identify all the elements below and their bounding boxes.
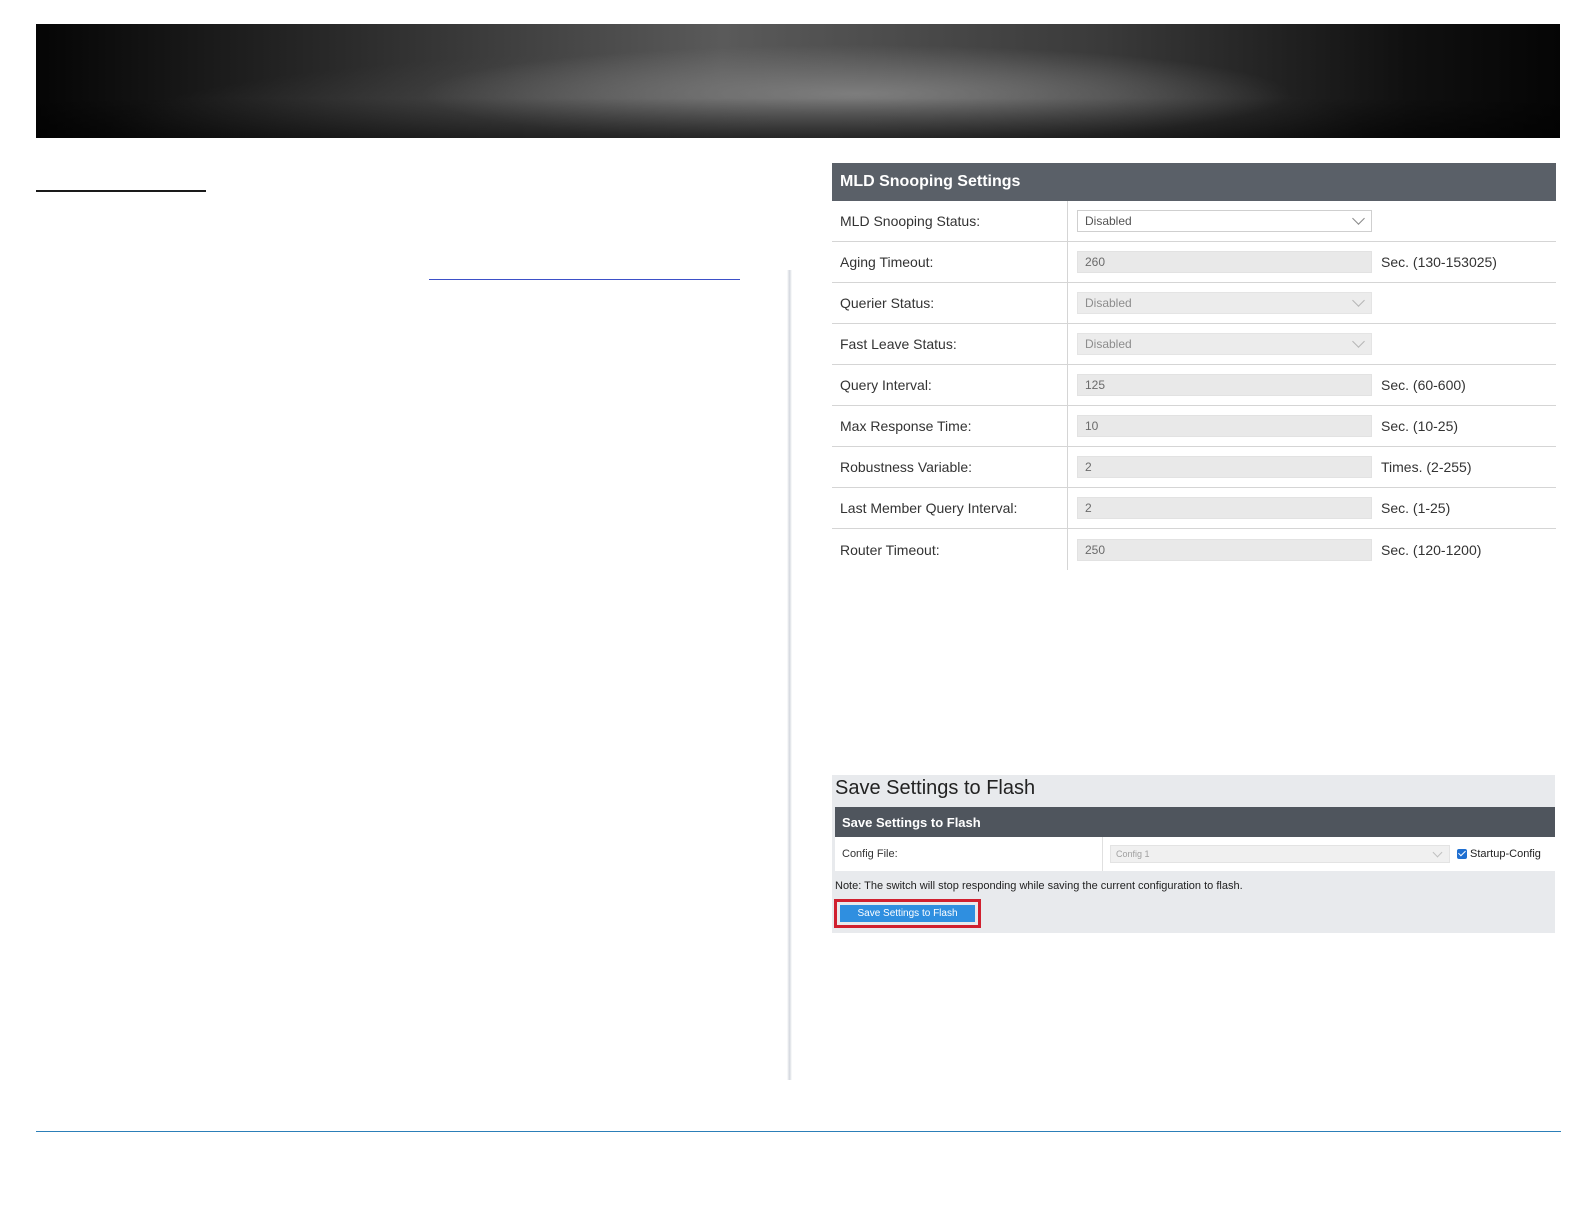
- save-panel-title: Save Settings to Flash: [835, 777, 1036, 799]
- section-heading-underline: [36, 190, 206, 192]
- save-button-highlight: Save Settings to Flash: [834, 899, 981, 928]
- setting-input[interactable]: 260: [1077, 251, 1372, 273]
- setting-input[interactable]: 125: [1077, 374, 1372, 396]
- chevron-down-icon: [1432, 847, 1443, 857]
- mld-setting-row: Last Member Query Interval: 2 Sec. (1-25): [832, 488, 1556, 529]
- setting-select-value: Disabled: [1085, 337, 1132, 351]
- setting-unit-range: Sec. (60-600): [1381, 377, 1466, 393]
- chevron-down-icon: [1352, 294, 1365, 307]
- startup-config-checkbox[interactable]: [1457, 849, 1467, 859]
- mld-setting-row: Fast Leave Status: Disabled: [832, 324, 1556, 365]
- startup-config-label: Startup-Config: [1470, 848, 1541, 860]
- mld-setting-row: Querier Status: Disabled: [832, 283, 1556, 324]
- mld-setting-row: Router Timeout: 250 Sec. (120-1200): [832, 529, 1556, 570]
- save-panel-header: Save Settings to Flash: [835, 807, 1555, 837]
- setting-unit-range: Sec. (120-1200): [1381, 541, 1482, 558]
- mld-snooping-settings-panel: MLD Snooping Settings MLD Snooping Statu…: [832, 163, 1556, 570]
- setting-unit-range: Sec. (10-25): [1381, 418, 1459, 434]
- setting-select[interactable]: Disabled: [1077, 210, 1372, 232]
- save-settings-button[interactable]: Save Settings to Flash: [840, 905, 975, 922]
- mld-setting-row: MLD Snooping Status: Disabled: [832, 201, 1556, 242]
- chevron-down-icon: [1352, 212, 1365, 225]
- setting-input[interactable]: 2: [1077, 497, 1372, 519]
- config-file-row: Config File: Config 1 Startup-Config: [835, 837, 1555, 871]
- setting-input[interactable]: 2: [1077, 456, 1372, 478]
- setting-unit-range: Times. (2-255): [1381, 459, 1472, 475]
- setting-label: Aging Timeout:: [832, 242, 1068, 282]
- column-divider: [787, 270, 792, 1080]
- setting-label: MLD Snooping Status:: [832, 201, 1068, 241]
- setting-label: Querier Status:: [832, 283, 1068, 323]
- mld-setting-row: Max Response Time: 10 Sec. (10-25): [832, 406, 1556, 447]
- hyperlink-underline[interactable]: [429, 279, 740, 280]
- config-file-value: Config 1: [1116, 849, 1150, 859]
- setting-label: Query Interval:: [832, 365, 1068, 405]
- setting-label: Router Timeout:: [832, 529, 1068, 570]
- mld-setting-row: Query Interval: 125 Sec. (60-600): [832, 365, 1556, 406]
- setting-input[interactable]: 10: [1077, 415, 1372, 437]
- mld-setting-row: Aging Timeout: 260 Sec. (130-153025): [832, 242, 1556, 283]
- config-file-label: Config File:: [835, 837, 1103, 871]
- setting-select: Disabled: [1077, 292, 1372, 314]
- setting-unit-range: Sec. (130-153025): [1381, 254, 1497, 270]
- chevron-down-icon: [1352, 335, 1365, 348]
- setting-label: Fast Leave Status:: [832, 324, 1068, 364]
- footer-rule: [36, 1131, 1561, 1132]
- setting-label: Robustness Variable:: [832, 447, 1068, 487]
- setting-unit-range: Sec. (1-25): [1381, 500, 1451, 516]
- mld-panel-title: MLD Snooping Settings: [832, 163, 1556, 201]
- mld-setting-row: Robustness Variable: 2 Times. (2-255): [832, 447, 1556, 488]
- startup-config-option[interactable]: Startup-Config: [1457, 848, 1541, 860]
- save-note: Note: The switch will stop responding wh…: [835, 880, 1243, 892]
- setting-select-value: Disabled: [1085, 296, 1132, 310]
- config-file-select[interactable]: Config 1: [1110, 845, 1450, 863]
- save-settings-panel: Save Settings to Flash Save Settings to …: [832, 775, 1555, 933]
- header-banner: [36, 24, 1560, 138]
- setting-select-value: Disabled: [1085, 214, 1132, 228]
- setting-input[interactable]: 250: [1077, 538, 1372, 561]
- setting-label: Max Response Time:: [832, 406, 1068, 446]
- setting-label: Last Member Query Interval:: [832, 488, 1068, 528]
- setting-select: Disabled: [1077, 333, 1372, 355]
